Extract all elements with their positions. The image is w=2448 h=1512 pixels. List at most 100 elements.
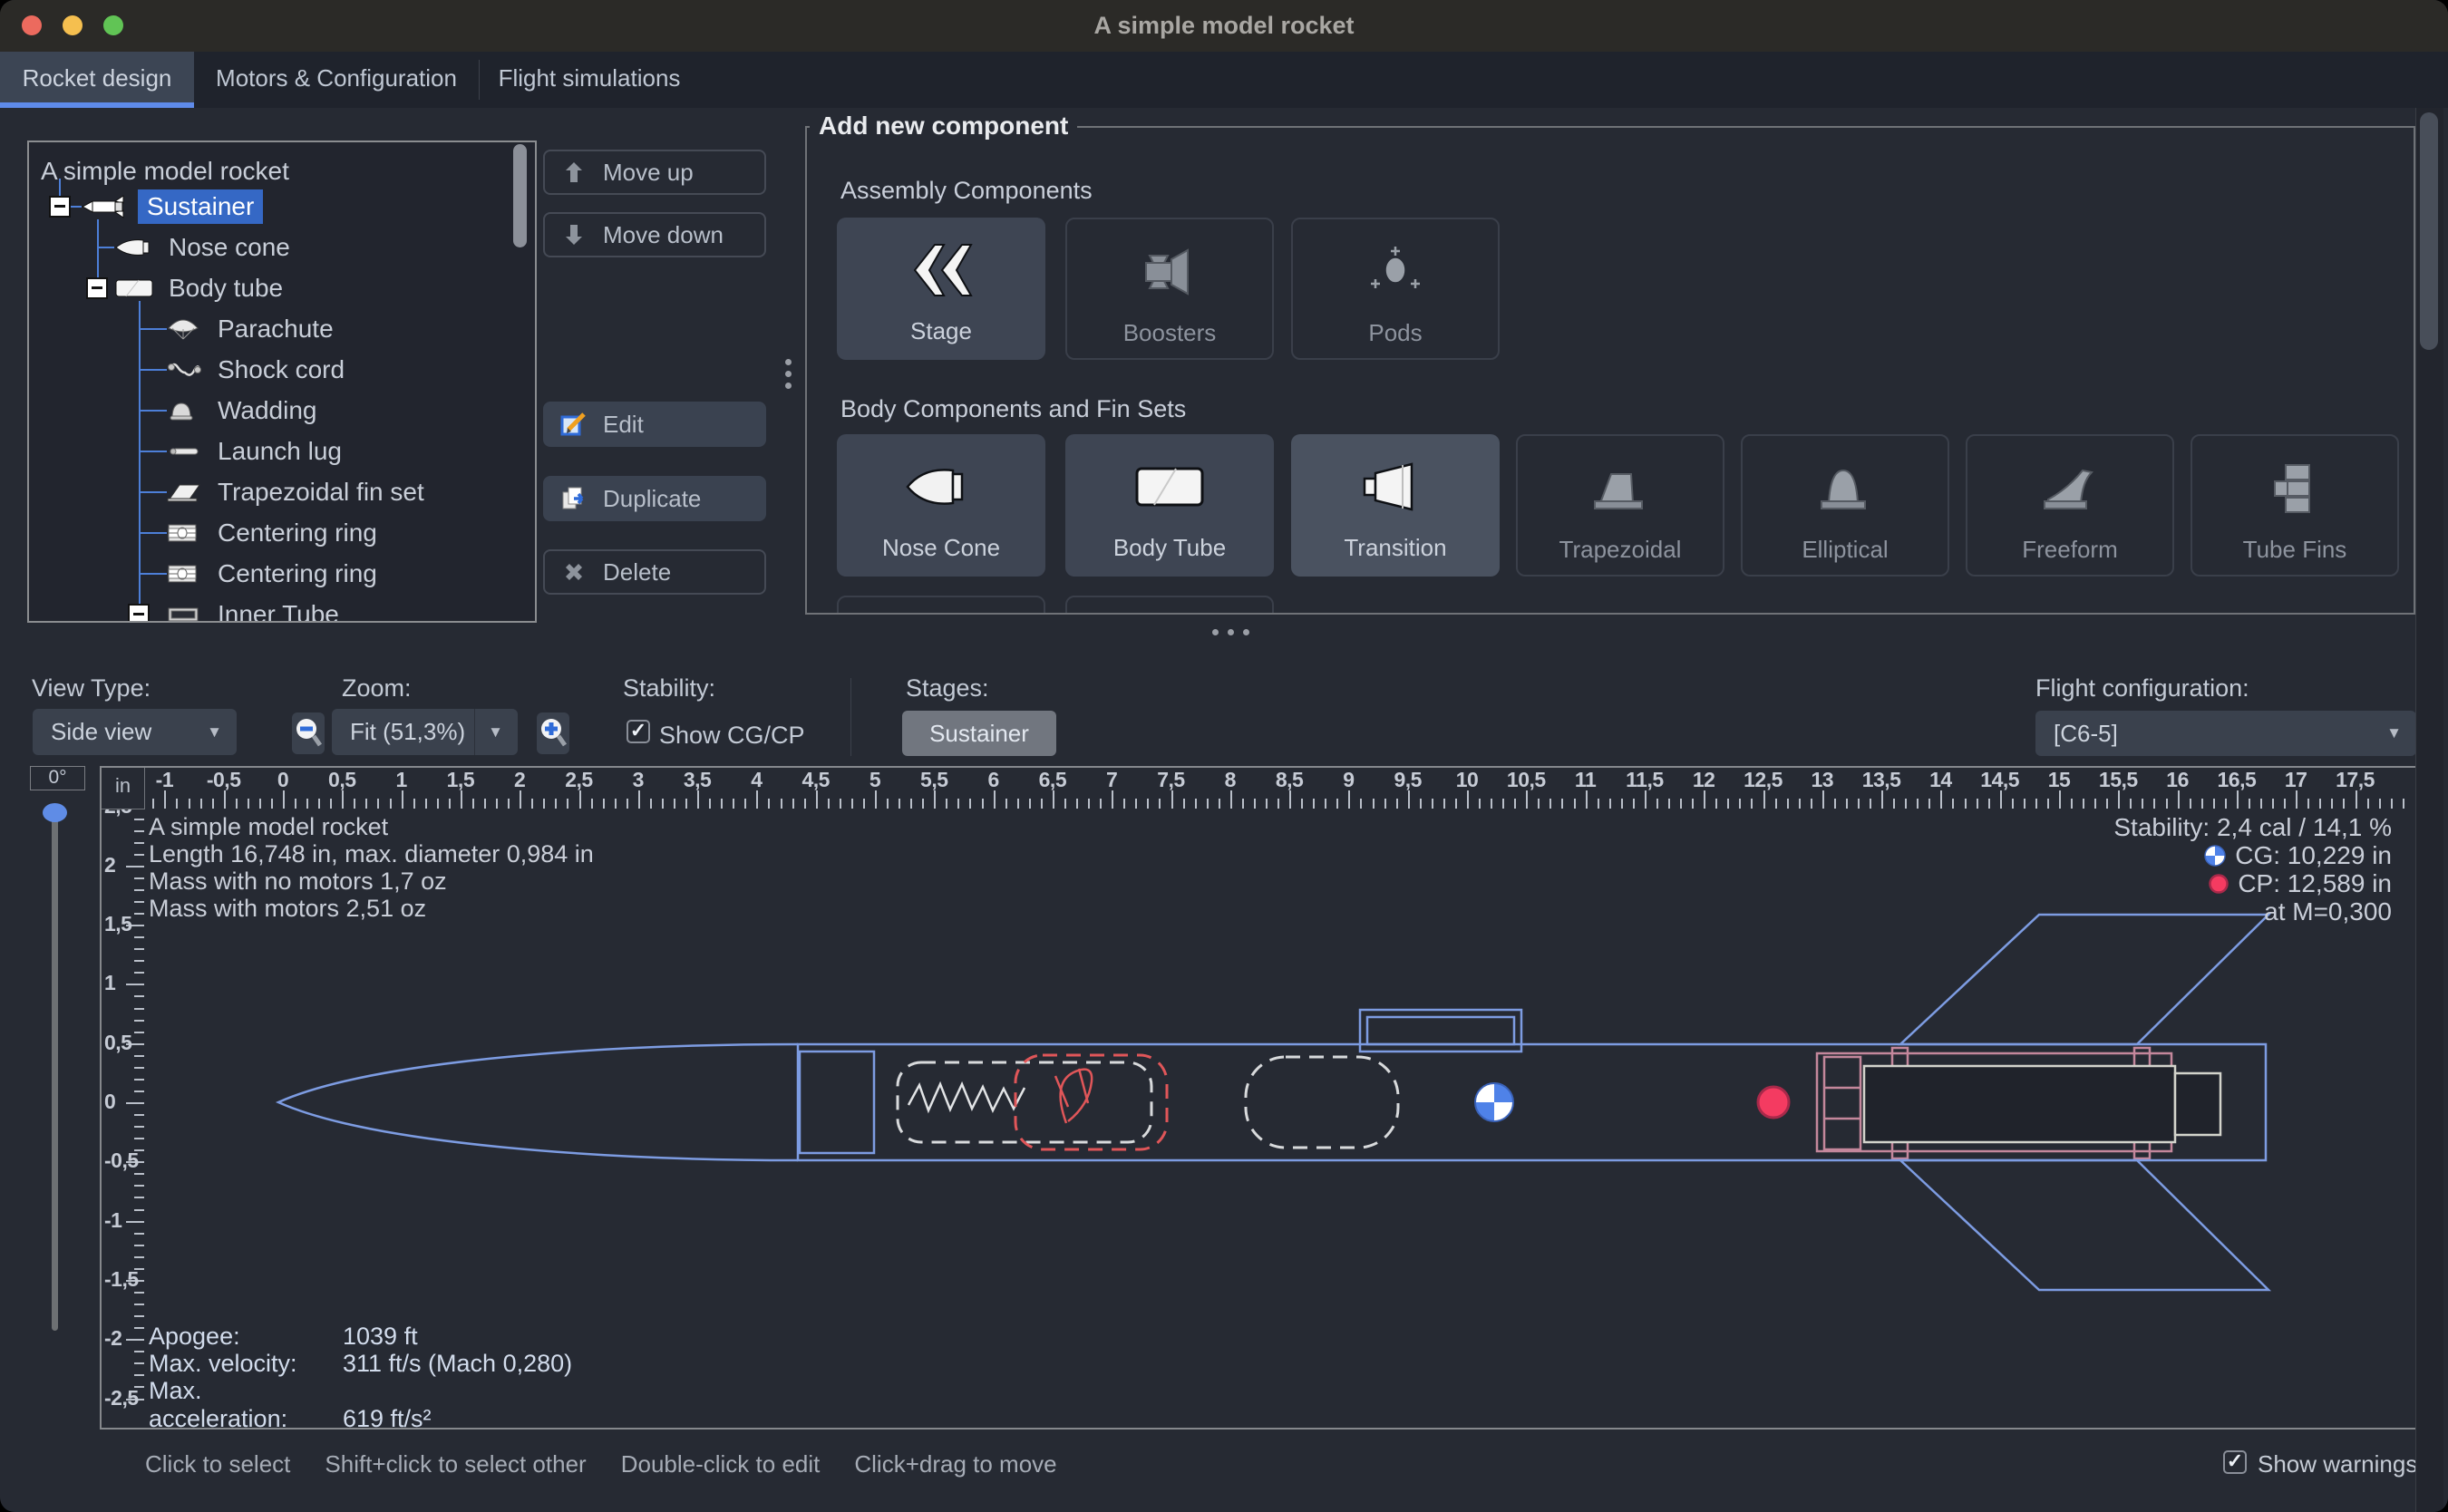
ruler-tick [994,790,996,809]
ruler-tick [176,799,178,809]
zoom-in-button[interactable] [537,712,569,754]
view-type-select[interactable]: Side view ▼ [33,709,237,755]
component-button-pods[interactable]: Pods [1291,218,1500,360]
wadding-icon [167,400,196,422]
component-button-label: Nose Cone [837,534,1045,562]
rocket-view-panel[interactable]: -1-0,500,511,522,533,544,555,566,577,588… [100,766,2417,1430]
delete-label: Delete [603,558,671,586]
window-scrollbar-thumb[interactable] [2420,112,2438,350]
vertical-splitter-handle[interactable] [785,354,792,394]
duplicate-button[interactable]: Duplicate [543,476,766,521]
component-button-elliptical[interactable]: Elliptical [1741,434,1949,577]
edit-button[interactable]: Edit [543,402,766,447]
cg-legend-icon [2204,845,2226,867]
ruler-tick [1432,799,1433,809]
move-down-button[interactable]: Move down [543,212,766,257]
ruler-tick [496,799,498,809]
component-button-stage[interactable]: Stage [837,218,1045,360]
ruler-tick [674,799,675,809]
tab-motors-configuration[interactable]: Motors & Configuration [194,52,479,108]
flight-stats-block: Apogee:1039 ftMax. velocity:311 ft/s (Ma… [149,1323,572,1404]
tab-flight-simulations[interactable]: Flight simulations [480,52,699,108]
duplicate-label: Duplicate [603,485,701,513]
tree-item-centering-ring[interactable]: Centering ring [29,554,519,594]
tree-item-wadding[interactable]: Wadding [29,391,519,431]
tree-item-label: Parachute [218,315,334,344]
ruler-label: -1 [104,1208,121,1233]
flight-config-select[interactable]: [C6-5] ▼ [2035,711,2416,756]
tree-item-shock-cord[interactable]: Shock cord [29,350,519,390]
ruler-tick [449,799,451,809]
ruler-tick [1135,799,1137,809]
tree-item-body-tube[interactable]: Body tube [29,268,519,308]
rotation-slider-thumb[interactable] [43,803,67,822]
ruler-tick [134,1020,144,1022]
ruler-label: 1,5 [104,912,131,936]
delete-button[interactable]: Delete [543,549,766,595]
show-warnings-checkbox[interactable]: ✓ [2223,1450,2247,1474]
ruler-tick [1763,790,1765,809]
tree-item-centering-ring[interactable]: Centering ring [29,513,519,553]
ruler-tick [2343,799,2345,809]
ruler-tick [1325,799,1326,809]
ruler-tick [1811,799,1812,809]
ruler-tick [816,790,818,809]
ruler-tick [152,799,154,809]
stage-toggle-sustainer[interactable]: Sustainer [902,711,1056,756]
ruler-tick [1656,799,1658,809]
component-button-trapezoidal[interactable]: Trapezoidal [1516,434,1724,577]
zoom-out-button[interactable] [292,712,325,754]
horizontal-splitter-handle[interactable] [1208,629,1254,635]
hint-text: Click+drag to move [854,1450,1056,1478]
ruler-tick [899,799,900,809]
flight-stat-label: Apogee: [149,1323,343,1351]
component-button-body-tube[interactable]: Body Tube [1065,434,1274,577]
ruler-tick [969,799,971,809]
flight-stat-label: Max. acceleration: [149,1377,343,1430]
ruler-tick [1609,799,1611,809]
ruler-tick [248,799,249,809]
tree-item-launch-lug[interactable]: Launch lug [29,431,519,471]
component-button-nose-cone[interactable]: Nose Cone [837,434,1045,577]
ruler-tick [2130,799,2132,809]
component-button-freeform[interactable]: Freeform [1966,434,2174,577]
ruler-tick [1621,799,1623,809]
ruler-tick [1574,799,1576,809]
ruler-tick [2391,799,2393,809]
zoom-select[interactable]: Fit (51,3%) ▼ [332,709,518,755]
component-button-boosters[interactable]: Boosters [1065,218,1274,360]
ruler-tick [1029,799,1031,809]
ruler-tick [697,790,699,809]
ruler-tick [134,1362,144,1364]
tree-item-nose-cone[interactable]: Nose cone [29,228,519,267]
tree-root-item[interactable]: A simple model rocket [41,151,289,191]
tree-item-parachute[interactable]: Parachute [29,309,519,349]
ruler-tick [134,995,144,997]
component-button-clipped [837,596,1045,615]
ruler-tick [1739,799,1741,809]
ruler-tick [134,1327,144,1329]
flight-config-label: Flight configuration: [2035,674,2249,703]
rotation-slider-track[interactable] [52,818,58,1331]
component-button-tube-fins[interactable]: Tube Fins [2191,434,2399,577]
component-button-clipped [1065,596,1274,615]
parachute-icon [167,317,199,341]
tree-item-inner-tube[interactable]: Inner Tube [29,595,519,623]
ruler-tick [1467,790,1469,809]
nose-cone-outline [278,1044,798,1160]
component-button-label: Trapezoidal [1518,536,1723,564]
ruler-tick [1881,790,1883,809]
move-up-button[interactable]: Move up [543,150,766,195]
tree-item-trapezoidal-fin-set[interactable]: Trapezoidal fin set [29,472,519,512]
component-button-transition[interactable]: Transition [1291,434,1500,577]
ruler-tick [2331,799,2333,809]
tab-rocket-design[interactable]: Rocket design [0,52,194,108]
tree-item-sustainer[interactable]: Sustainer [29,187,519,227]
ruler-tick [134,854,144,856]
ruler-tick [365,799,367,809]
ruler-tick [1005,799,1007,809]
show-cgcp-checkbox[interactable]: ✓ [627,720,650,743]
ruler-tick [134,1374,144,1376]
component-tree[interactable]: A simple model rocketSustainerNose coneB… [27,141,537,623]
ruler-tick [224,790,226,809]
